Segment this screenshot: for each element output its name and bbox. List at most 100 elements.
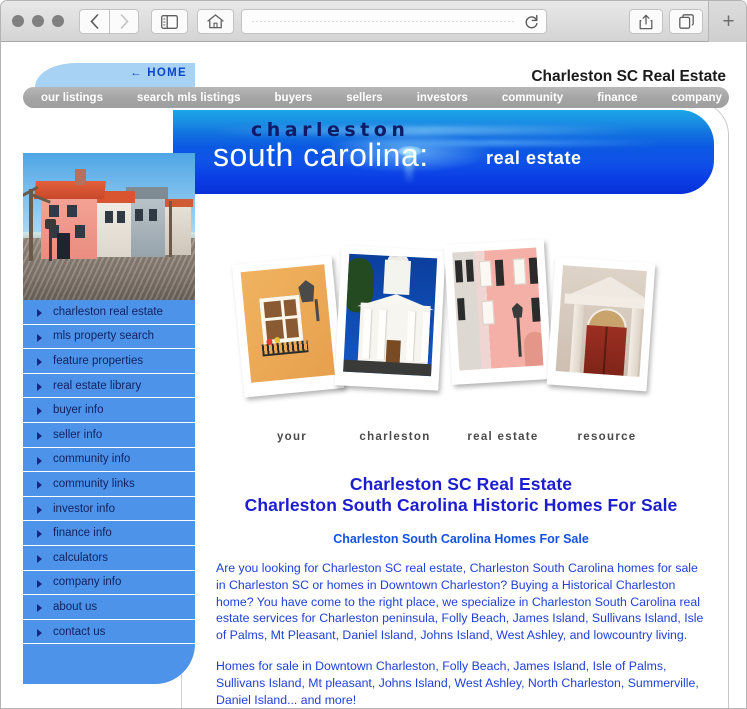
page-title: Charleston SC Real Estate [531, 68, 726, 85]
nav-item-finance[interactable]: finance [597, 92, 637, 104]
sidebar-item-label: about us [53, 600, 98, 613]
page-frame-right-border [728, 135, 729, 708]
sidebar-item-community-info[interactable]: community info [23, 447, 195, 473]
sidebar-item-community-links[interactable]: community links [23, 472, 195, 497]
photo-caption-charleston: charleston [359, 431, 431, 443]
sidebar-item-label: community links [53, 477, 135, 490]
shutter [494, 259, 505, 287]
new-tab-button[interactable]: + [708, 1, 746, 42]
sidebar-item-finance-info[interactable]: finance info [23, 521, 195, 546]
bullet-triangle-icon [37, 431, 42, 440]
window [478, 260, 493, 288]
address-bar[interactable] [241, 9, 547, 34]
reload-icon[interactable] [524, 14, 539, 35]
bullet-triangle-icon [37, 358, 42, 367]
bullet-triangle-icon [37, 628, 42, 637]
photo-chimney [75, 169, 86, 185]
sidebar-item-contact-us[interactable]: contact us [23, 619, 195, 645]
photo-far-house [163, 205, 191, 255]
main-content: Charleston SC Real Estate Charleston Sou… [216, 474, 706, 708]
sidebar-item-seller-info[interactable]: seller info [23, 422, 195, 448]
photo-caption-resource: resource [577, 431, 637, 443]
home-link-label: ← HOME [130, 67, 187, 79]
sidebar-toggle-button[interactable] [151, 9, 188, 34]
shutter [531, 297, 541, 322]
photo-tree [29, 189, 33, 261]
photo-window [75, 225, 85, 238]
photo-collage: your charleston real estate resource [231, 238, 693, 453]
sidebar-item-calculators[interactable]: calculators [23, 545, 195, 571]
sidebar-item-feature-properties[interactable]: feature properties [23, 349, 195, 374]
bullet-triangle-icon [37, 309, 42, 317]
sidebar-item-label: company info [53, 576, 122, 589]
polaroid-photo-real-estate [443, 239, 553, 385]
browser-window: + ← HOME Charleston SC Real Estate our l… [0, 0, 747, 709]
main-heading-line-2: Charleston South Carolina Historic Homes… [244, 495, 678, 515]
home-icon [207, 14, 224, 29]
polaroid-photo-your [231, 255, 345, 398]
sidebar-icon [161, 14, 178, 29]
maximize-window-button[interactable] [52, 15, 64, 27]
home-tab[interactable]: ← HOME [35, 63, 195, 87]
bullet-triangle-icon [37, 382, 42, 391]
show-tabs-button[interactable] [669, 9, 703, 34]
sidebar-item-real-estate-library[interactable]: real estate library [23, 373, 195, 399]
sidebar-item-label: calculators [53, 551, 108, 564]
photo-red-door [555, 265, 647, 377]
sidebar-item-company-info[interactable]: company info [23, 570, 195, 596]
sidebar-item-buyer-info[interactable]: buyer info [23, 398, 195, 423]
photo-caption-real-estate: real estate [467, 431, 539, 443]
sub-heading: Charleston South Carolina Homes For Sale [333, 532, 589, 546]
photo-far-roof [161, 199, 193, 207]
browser-toolbar: + [1, 1, 746, 42]
photo-street-lamp [45, 219, 56, 261]
photo-window-and-lantern [240, 264, 335, 383]
nav-list: our listings search mls listings buyers … [23, 87, 729, 108]
back-button[interactable] [79, 9, 109, 34]
body-paragraph-1: Are you looking for Charleston SC real e… [216, 561, 704, 643]
photo-window [105, 211, 113, 223]
forward-button[interactable] [109, 9, 139, 34]
sidebar-item-label: buyer info [53, 404, 104, 417]
sidebar-menu: charleston real estate mls property sear… [23, 300, 195, 685]
polaroid-photo-resource [546, 256, 656, 392]
sidebar-item-label: seller info [53, 428, 103, 441]
photo-church [343, 253, 438, 377]
sidebar-item-about-us[interactable]: about us [23, 595, 195, 620]
nav-item-buyers[interactable]: buyers [275, 92, 313, 104]
shutter [454, 260, 464, 283]
chevron-right-icon [120, 14, 129, 29]
minimize-window-button[interactable] [32, 15, 44, 27]
bullet-triangle-icon [37, 505, 42, 514]
nav-item-sellers[interactable]: sellers [346, 92, 382, 104]
sidebar-item-label: feature properties [53, 354, 144, 367]
nav-item-company[interactable]: company [671, 92, 722, 104]
photo-white-house [97, 201, 131, 257]
lantern-bracket [314, 299, 320, 322]
window-traffic-lights [12, 15, 64, 27]
nav-item-community[interactable]: community [502, 92, 563, 104]
nav-item-investors[interactable]: investors [417, 92, 468, 104]
sidebar-item-label: mls property search [53, 330, 154, 343]
share-button[interactable] [629, 9, 663, 34]
sidebar-item-label: charleston real estate [53, 305, 163, 318]
bullet-triangle-icon [37, 579, 42, 588]
shutter [457, 298, 466, 321]
church-tower [383, 259, 412, 295]
nav-item-our-listings[interactable]: our listings [41, 92, 103, 104]
nav-item-search-mls-listings[interactable]: search mls listings [137, 92, 241, 104]
sidebar-item-mls-property-search[interactable]: mls property search [23, 324, 195, 350]
photo-caption-your: your [276, 431, 308, 443]
close-window-button[interactable] [12, 15, 24, 27]
street-lamp-post [516, 316, 522, 357]
sidebar-item-label: community info [53, 453, 131, 466]
bullet-triangle-icon [37, 407, 42, 416]
sidebar-item-charleston-real-estate[interactable]: charleston real estate [23, 300, 195, 325]
chevron-left-icon [90, 14, 99, 29]
home-button[interactable] [197, 9, 234, 34]
bullet-triangle-icon [37, 333, 42, 342]
photo-window [117, 211, 125, 223]
bullet-triangle-icon [37, 554, 42, 563]
sidebar-item-investor-info[interactable]: investor info [23, 496, 195, 522]
window [481, 300, 495, 325]
